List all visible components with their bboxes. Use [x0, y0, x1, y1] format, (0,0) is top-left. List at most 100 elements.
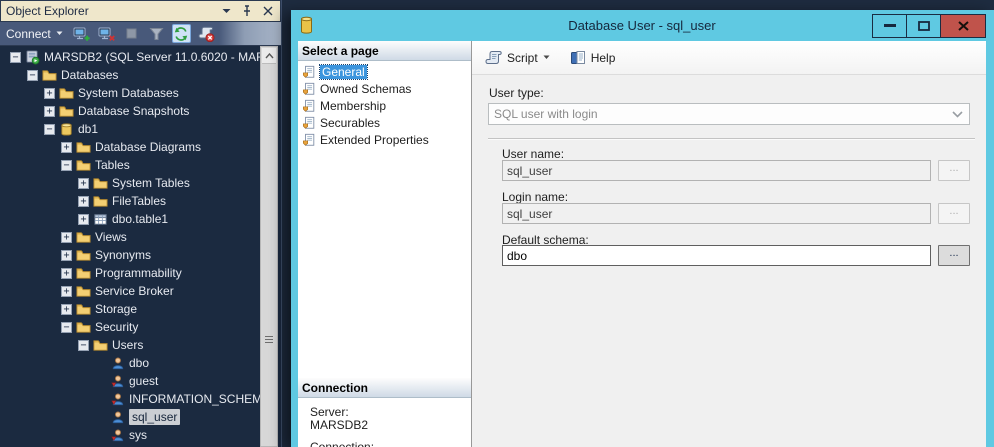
tree-item-system-tables[interactable]: + System Tables: [0, 174, 260, 192]
user-icon: [110, 410, 125, 425]
script-button[interactable]: [197, 24, 216, 43]
tree-item-label: sql_user: [129, 409, 180, 425]
page-icon: [302, 99, 316, 113]
connect-button[interactable]: Connect: [6, 27, 63, 41]
tree-item-db1[interactable]: − db1: [0, 120, 260, 138]
maximize-icon[interactable]: [906, 14, 941, 38]
connect-label: Connect: [6, 27, 51, 41]
refresh-icon: [173, 26, 189, 42]
tree-item-label: INFORMATION_SCHEM: [129, 392, 260, 406]
tree-item-dbo[interactable]: dbo: [0, 354, 260, 372]
tree-item-label: guest: [129, 374, 158, 388]
tree-item-label: Security: [95, 320, 138, 334]
tree-scrollbar[interactable]: [260, 46, 278, 447]
window-position-menu-icon[interactable]: [219, 4, 233, 18]
dialog-toolbar: Script Help: [472, 41, 986, 75]
scroll-up-button[interactable]: [262, 48, 276, 64]
page-item-label: General: [320, 65, 367, 79]
close-icon[interactable]: [940, 14, 986, 38]
tree-item-filetables[interactable]: + FileTables: [0, 192, 260, 210]
script-button[interactable]: Script: [480, 47, 555, 68]
user-disabled-icon: [110, 392, 125, 407]
tree-item-label: db1: [78, 122, 98, 136]
tree-item-label: Programmability: [95, 266, 182, 280]
dialog-titlebar[interactable]: Database User - sql_user: [298, 10, 986, 41]
user-name-browse-button[interactable]: ...: [938, 160, 970, 181]
page-item-owned-schemas[interactable]: Owned Schemas: [300, 80, 471, 97]
user-name-field[interactable]: [502, 160, 931, 181]
expand-icon[interactable]: +: [61, 250, 72, 261]
default-schema-field[interactable]: [502, 245, 931, 266]
tree-item-tables[interactable]: −Tables: [0, 156, 260, 174]
expand-icon[interactable]: +: [61, 142, 72, 153]
expand-icon[interactable]: +: [78, 178, 89, 189]
expand-icon[interactable]: +: [78, 196, 89, 207]
page-item-extended-properties[interactable]: Extended Properties: [300, 131, 471, 148]
group-separator: [488, 138, 975, 140]
page-item-securables[interactable]: Securables: [300, 114, 471, 131]
object-explorer-header[interactable]: Object Explorer: [0, 0, 281, 22]
filter-button[interactable]: [147, 24, 166, 43]
tree-item-label: System Tables: [112, 176, 190, 190]
tree-item-label: Synonyms: [95, 248, 151, 262]
database-icon: [59, 122, 74, 137]
tree-item-security[interactable]: − Security: [0, 318, 260, 336]
page-icon: [302, 133, 316, 147]
collapse-icon[interactable]: −: [78, 340, 89, 351]
collapse-icon[interactable]: −: [61, 322, 72, 333]
page-item-membership[interactable]: Membership: [300, 97, 471, 114]
refresh-button[interactable]: [172, 24, 191, 43]
disconnect-button[interactable]: [97, 24, 116, 43]
expand-icon[interactable]: +: [61, 304, 72, 315]
expand-icon[interactable]: +: [61, 286, 72, 297]
expand-icon[interactable]: +: [61, 268, 72, 279]
user-type-combobox[interactable]: SQL user with login: [488, 103, 970, 125]
tree-item-system-databases[interactable]: +System Databases: [0, 84, 260, 102]
tree-item-label: FileTables: [112, 194, 166, 208]
collapse-icon[interactable]: −: [10, 52, 21, 63]
expand-icon[interactable]: +: [44, 106, 55, 117]
scrollbar-grip[interactable]: [265, 336, 273, 345]
connection-panel: Connection Server: MARSDB2 Connection:: [298, 378, 471, 447]
tree-item-dbo-table1[interactable]: +dbo.table1: [0, 210, 260, 228]
help-icon: [570, 50, 586, 65]
tree-item-databases[interactable]: −Databases: [0, 66, 260, 84]
tree-item-synonyms[interactable]: + Synonyms: [0, 246, 260, 264]
tree-item-label: Database Diagrams: [95, 140, 201, 154]
page-list: GeneralOwned SchemasMembershipSecurables…: [300, 63, 471, 148]
tree-item-views[interactable]: +Views: [0, 228, 260, 246]
user-icon: [110, 356, 125, 371]
tree-item-database-diagrams[interactable]: + Database Diagrams: [0, 138, 260, 156]
page-item-general[interactable]: General: [300, 63, 471, 80]
close-icon[interactable]: [261, 4, 275, 18]
collapse-icon[interactable]: −: [27, 70, 38, 81]
connect-server-button[interactable]: [72, 24, 91, 43]
tree-item-information-schem[interactable]: INFORMATION_SCHEM: [0, 390, 260, 408]
help-button[interactable]: Help: [565, 47, 621, 68]
tree-item-service-broker[interactable]: + Service Broker: [0, 282, 260, 300]
folder-icon: [76, 284, 91, 299]
login-name-browse-button[interactable]: ...: [938, 203, 970, 224]
expand-icon[interactable]: +: [44, 88, 55, 99]
server-value: MARSDB2: [310, 419, 471, 432]
login-name-field[interactable]: [502, 203, 931, 224]
tree-item-storage[interactable]: +Storage: [0, 300, 260, 318]
expand-icon[interactable]: +: [61, 232, 72, 243]
table-icon: [93, 212, 108, 227]
collapse-icon[interactable]: −: [61, 160, 72, 171]
collapse-icon[interactable]: −: [44, 124, 55, 135]
default-schema-browse-button[interactable]: ...: [938, 245, 970, 266]
expand-icon[interactable]: +: [78, 214, 89, 225]
pin-icon[interactable]: [240, 4, 254, 18]
folder-icon: [76, 230, 91, 245]
tree-item-sql-user[interactable]: sql_user: [0, 408, 260, 426]
tree-item-sys[interactable]: sys: [0, 426, 260, 444]
tree-item-users[interactable]: −Users: [0, 336, 260, 354]
tree-item-marsdb2-sql-server-11-0-6020-marsd[interactable]: −MARSDB2 (SQL Server 11.0.6020 - MARSD: [0, 48, 260, 66]
tree-item-programmability[interactable]: + Programmability: [0, 264, 260, 282]
tree-item-database-snapshots[interactable]: +Database Snapshots: [0, 102, 260, 120]
minimize-icon[interactable]: [872, 14, 907, 38]
tree-item-guest[interactable]: guest: [0, 372, 260, 390]
stop-button[interactable]: [122, 24, 141, 43]
tree-item-label: Service Broker: [95, 284, 174, 298]
